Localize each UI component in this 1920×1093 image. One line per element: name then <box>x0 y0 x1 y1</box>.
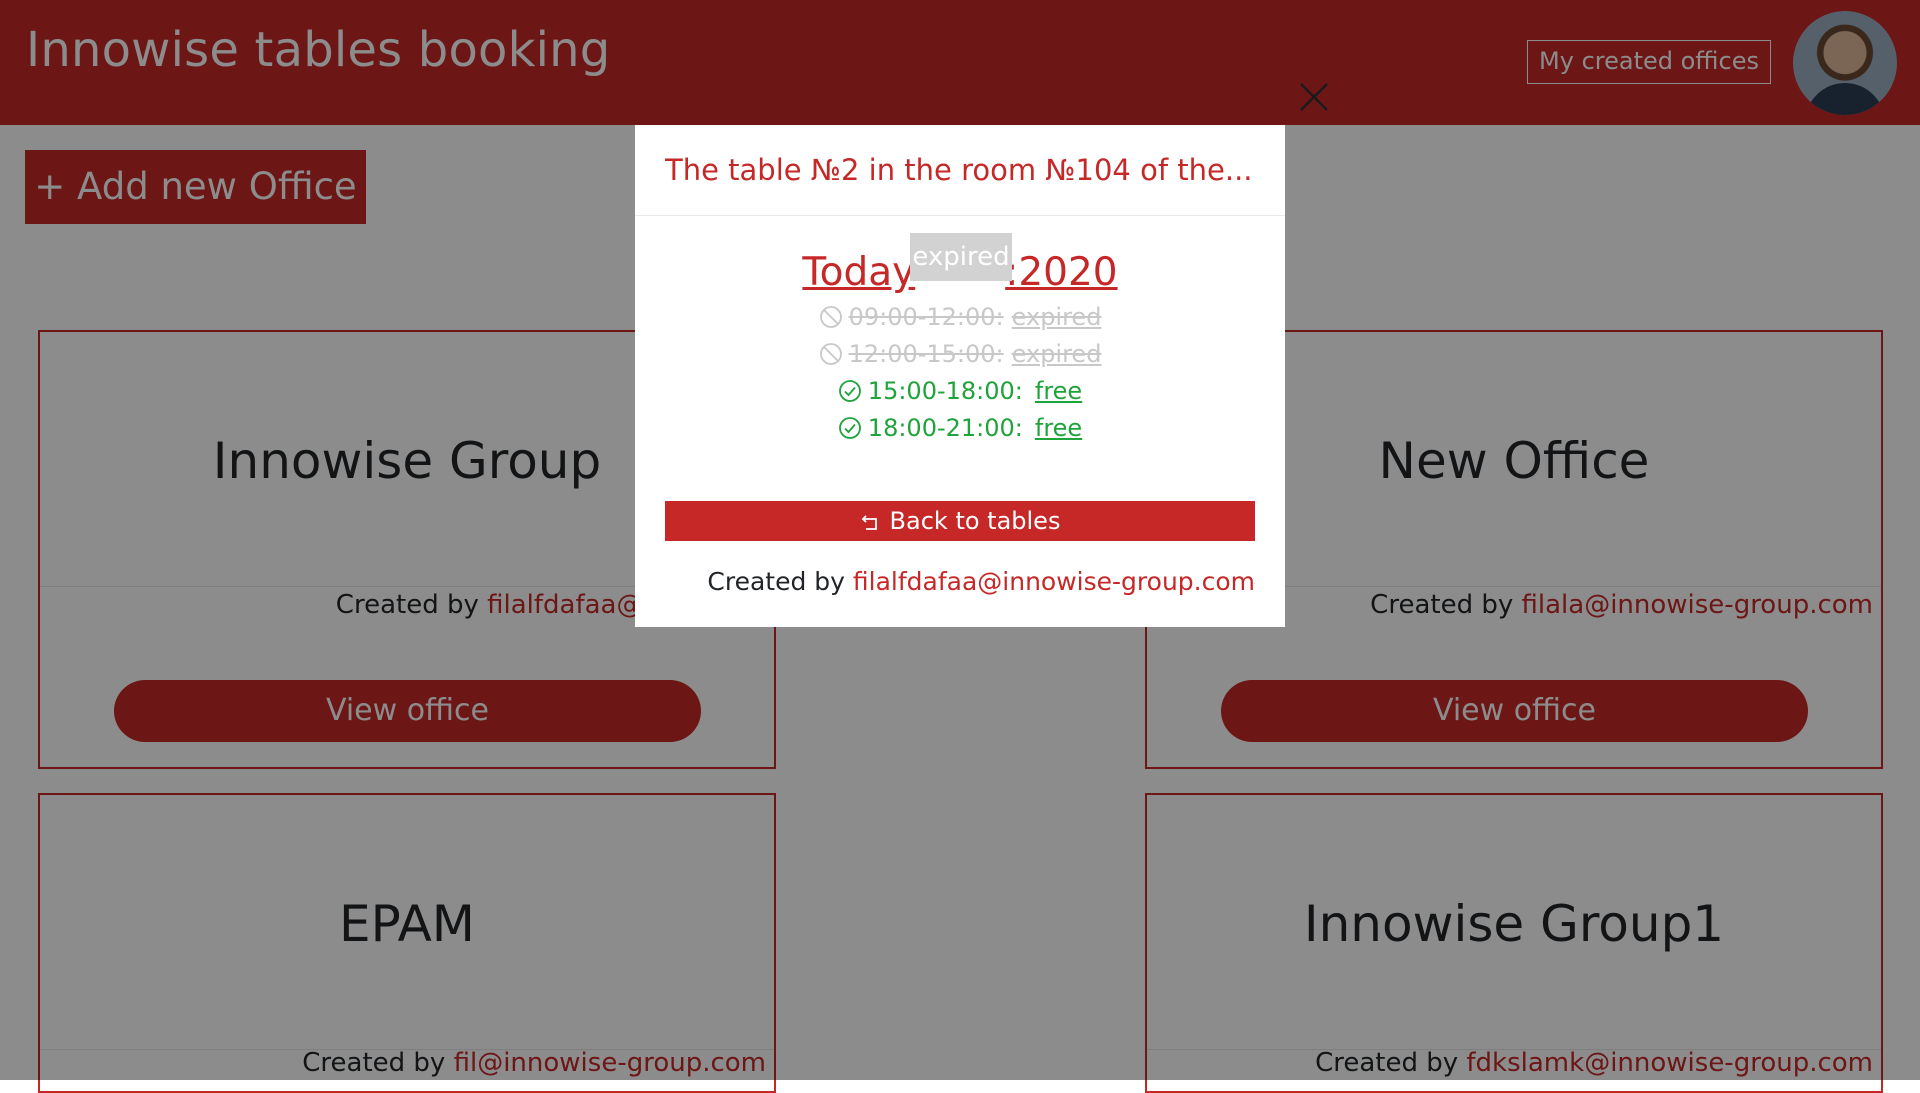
created-by-label: Created by <box>707 567 845 596</box>
modal-divider <box>635 215 1285 216</box>
time-slot: 09:00-12:00: expired <box>635 303 1285 335</box>
return-arrow-icon <box>861 515 877 530</box>
slot-time: 18:00-21:00: <box>867 414 1023 442</box>
back-to-tables-label: Back to tables <box>889 507 1061 535</box>
table-booking-modal: The table №2 in the room №104 of the... … <box>635 125 1285 627</box>
check-circle-icon <box>838 417 861 439</box>
blocked-icon <box>819 343 842 365</box>
expired-tooltip: expired <box>910 233 1012 281</box>
close-icon[interactable] <box>1297 80 1331 114</box>
slot-status-link[interactable]: free <box>1035 377 1082 405</box>
modal-title: The table №2 in the room №104 of the... <box>665 153 1253 187</box>
blocked-icon <box>819 306 842 328</box>
slot-status-link[interactable]: expired <box>1012 303 1102 331</box>
date-prefix: Today <box>802 250 916 295</box>
slot-time: 15:00-18:00: <box>867 377 1023 405</box>
time-slot: 15:00-18:00: free <box>635 377 1285 409</box>
time-slot: 12:00-15:00: expired <box>635 340 1285 372</box>
slot-time: 12:00-15:00: <box>848 340 1004 368</box>
creator-email[interactable]: filalfdafaa@innowise-group.com <box>853 567 1255 596</box>
check-circle-icon <box>838 380 861 402</box>
date-value: :2020 <box>1005 250 1118 295</box>
slot-status-link[interactable]: free <box>1035 414 1082 442</box>
back-to-tables-button[interactable]: Back to tables <box>665 501 1255 541</box>
time-slot: 18:00-21:00: free <box>635 414 1285 446</box>
modal-created-by: Created by filalfdafaa@innowise-group.co… <box>707 567 1255 596</box>
slot-status-link[interactable]: expired <box>1012 340 1102 368</box>
slot-time: 09:00-12:00: <box>848 303 1004 331</box>
